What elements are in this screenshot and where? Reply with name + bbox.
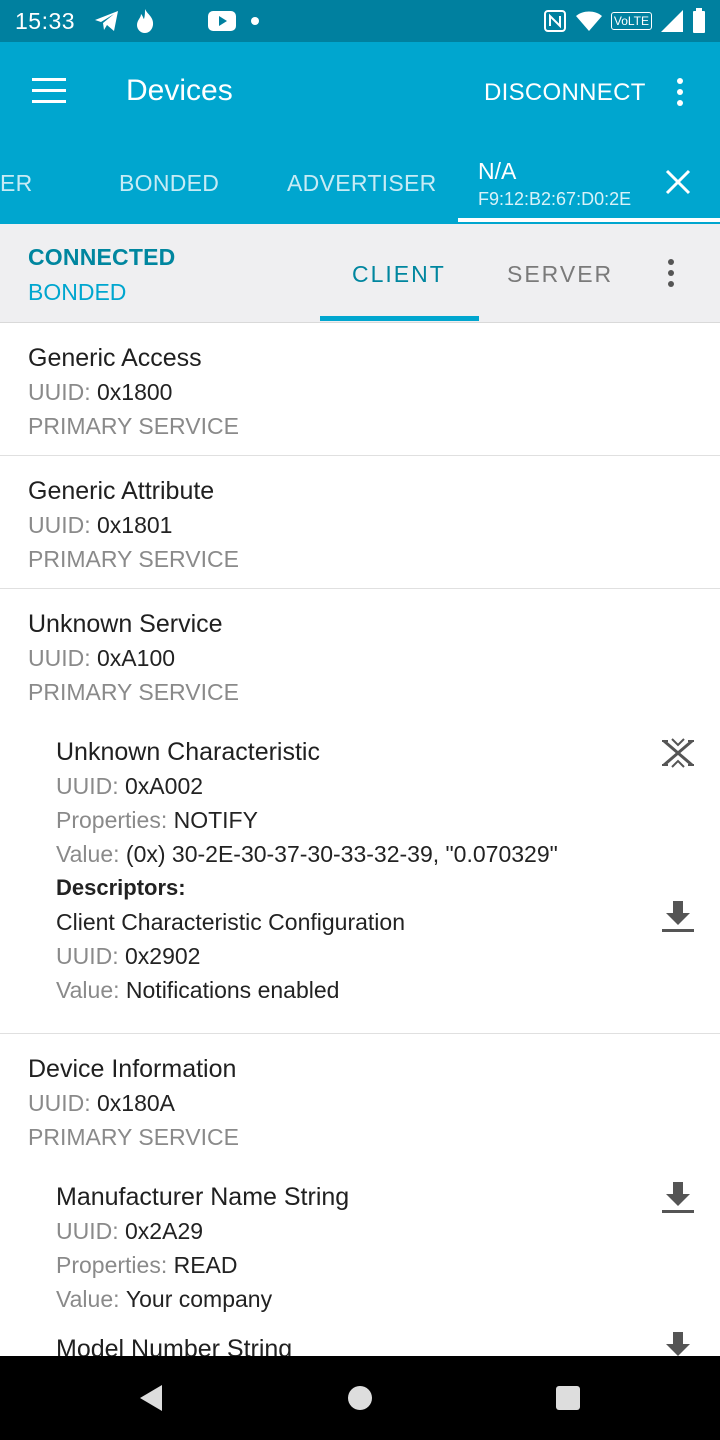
tab-advertiser[interactable]: ADVERTISER [287, 170, 437, 197]
close-icon[interactable] [664, 168, 692, 196]
service-item[interactable]: Generic Attribute UUID: 0x1801 PRIMARY S… [0, 456, 720, 589]
uuid-label: UUID: [56, 1218, 119, 1244]
service-item[interactable]: Unknown Service UUID: 0xA100 PRIMARY SER… [0, 589, 720, 1034]
connection-state: CONNECTED [28, 244, 176, 270]
service-name: Generic Attribute [28, 477, 215, 505]
characteristic-value: (0x) 30-2E-30-37-30-33-32-39, "0.070329" [125, 841, 558, 867]
tab-scanner[interactable]: ER [0, 170, 33, 197]
tab-device[interactable]: N/A F9:12:B2:67:D0:2E [478, 158, 631, 210]
descriptor-name: Client Characteristic Configuration [56, 909, 405, 935]
battery-icon [693, 8, 705, 33]
uuid-label: UUID: [28, 1090, 91, 1116]
connection-bar: CONNECTED BONDED CLIENT SERVER [0, 224, 720, 323]
volte-icon: VoLTE [610, 12, 652, 30]
wifi-icon [575, 11, 602, 31]
client-options-icon[interactable] [668, 259, 674, 292]
service-name: Generic Access [28, 344, 202, 372]
tab-bonded[interactable]: BONDED [119, 170, 219, 197]
descriptors-heading: Descriptors: [56, 875, 186, 900]
characteristic-item[interactable]: Manufacturer Name String UUID: 0x2A29 Pr… [28, 1154, 694, 1322]
value-label: Value: [56, 841, 120, 867]
more-options-icon[interactable] [677, 78, 683, 111]
characteristic-name: Unknown Characteristic [56, 738, 320, 766]
home-icon[interactable] [347, 1385, 373, 1411]
device-address: F9:12:B2:67:D0:2E [478, 189, 632, 209]
descriptor-value: Notifications enabled [125, 977, 340, 1003]
flame-icon [137, 9, 154, 33]
read-characteristic-icon[interactable] [660, 1330, 696, 1356]
uuid-label: UUID: [28, 512, 91, 538]
recents-icon[interactable] [555, 1385, 581, 1411]
characteristic-item[interactable]: Unknown Characteristic UUID: 0xA002 Prop… [28, 709, 694, 1013]
read-descriptor-icon[interactable] [660, 899, 696, 933]
uuid-label: UUID: [56, 943, 119, 969]
device-name: N/A [478, 158, 517, 184]
services-list: Generic Access UUID: 0x1800 PRIMARY SERV… [0, 323, 720, 1356]
status-time: 15:33 [15, 8, 76, 34]
device-tabs: ER BONDED ADVERTISER N/A F9:12:B2:67:D0:… [0, 142, 720, 224]
notifications-disable-icon[interactable] [660, 737, 696, 769]
uuid-label: UUID: [56, 773, 119, 799]
telegram-icon [95, 11, 118, 31]
properties-label: Properties: [56, 807, 168, 833]
service-name: Unknown Service [28, 610, 223, 638]
client-tab-indicator [320, 316, 479, 321]
service-type: PRIMARY SERVICE [28, 546, 239, 572]
signal-icon [661, 10, 683, 32]
service-uuid: 0xA100 [97, 645, 176, 671]
status-bar: 15:33 VoLTE [0, 0, 720, 42]
value-label: Value: [56, 1286, 120, 1312]
tab-server[interactable]: SERVER [507, 261, 613, 288]
service-type: PRIMARY SERVICE [28, 413, 239, 439]
disconnect-button[interactable]: DISCONNECT [484, 79, 646, 107]
uuid-label: UUID: [28, 379, 91, 405]
page-title: Devices [126, 74, 233, 107]
service-name: Device Information [28, 1055, 237, 1083]
value-label: Value: [56, 977, 120, 1003]
system-icons: VoLTE [543, 8, 706, 34]
bond-state: BONDED [28, 279, 127, 305]
service-uuid: 0x1801 [97, 512, 173, 538]
service-item[interactable]: Generic Access UUID: 0x1800 PRIMARY SERV… [0, 323, 720, 456]
app-bar: Devices DISCONNECT [0, 42, 720, 142]
properties-label: Properties: [56, 1252, 168, 1278]
service-type: PRIMARY SERVICE [28, 679, 239, 705]
characteristic-value: Your company [125, 1286, 273, 1312]
read-characteristic-icon[interactable] [660, 1180, 696, 1214]
characteristic-properties: READ [173, 1252, 238, 1278]
youtube-icon [208, 11, 236, 31]
characteristic-uuid: 0x2A29 [125, 1218, 204, 1244]
characteristic-name: Model Number String [56, 1335, 293, 1356]
navigation-bar [0, 1356, 720, 1440]
uuid-label: UUID: [28, 645, 91, 671]
service-type: PRIMARY SERVICE [28, 1124, 239, 1150]
characteristic-item[interactable]: Model Number String [28, 1322, 692, 1356]
characteristic-uuid: 0xA002 [125, 773, 204, 799]
back-icon[interactable] [138, 1384, 164, 1412]
hamburger-menu-icon[interactable] [32, 78, 66, 104]
service-item[interactable]: Device Information UUID: 0x180A PRIMARY … [0, 1034, 720, 1356]
pinwheel-icon [172, 11, 192, 31]
characteristic-name: Manufacturer Name String [56, 1183, 350, 1211]
service-uuid: 0x1800 [97, 379, 173, 405]
descriptor-uuid: 0x2902 [125, 943, 201, 969]
characteristic-properties: NOTIFY [173, 807, 258, 833]
service-uuid: 0x180A [97, 1090, 176, 1116]
tab-client[interactable]: CLIENT [352, 261, 446, 288]
dot-icon [251, 17, 259, 25]
notification-icons [94, 8, 260, 34]
device-tab-indicator [458, 218, 720, 222]
nfc-icon [543, 10, 566, 32]
